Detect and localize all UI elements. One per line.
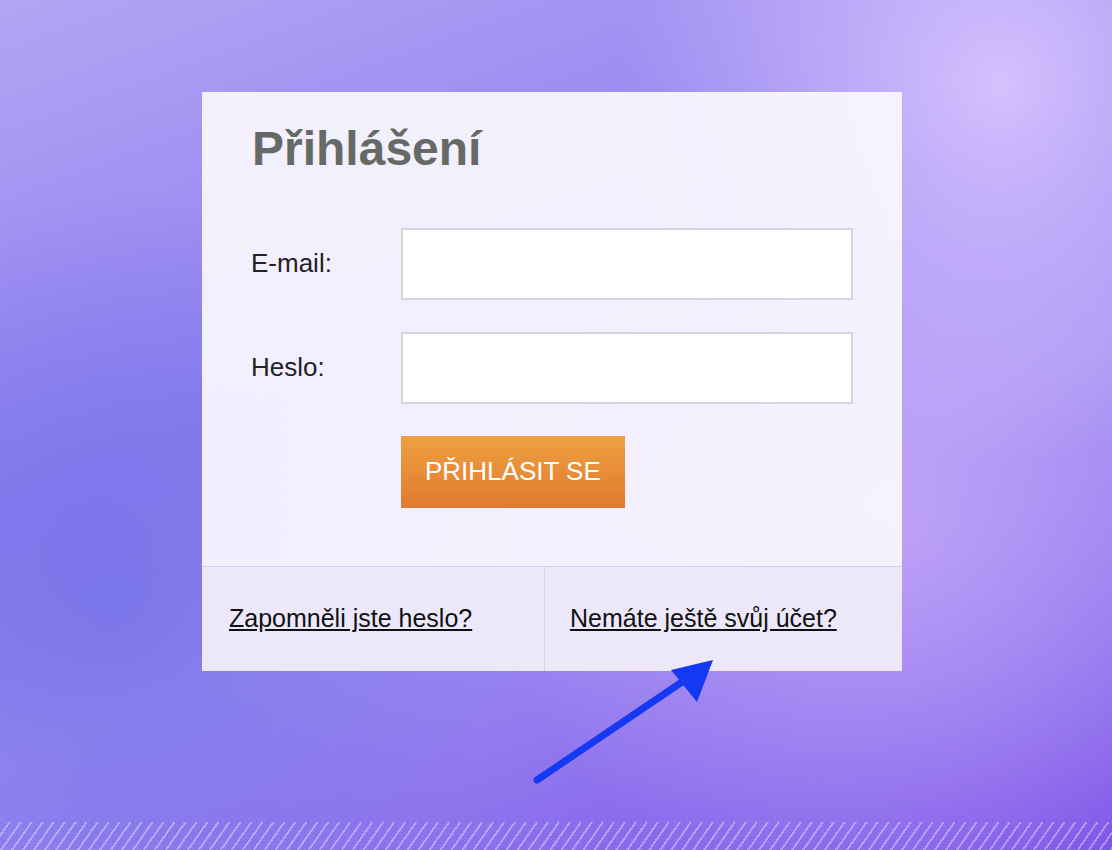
login-card: Přihlášení E-mail: Heslo: PŘIHLÁSIT SE Zapom… bbox=[202, 92, 902, 671]
login-page: Přihlášení E-mail: Heslo: PŘIHLÁSIT SE Zapom… bbox=[0, 0, 1112, 850]
login-form: Přihlášení E-mail: Heslo: PŘIHLÁSIT SE bbox=[202, 92, 902, 566]
footer-cell: Zapomněli jste heslo? bbox=[202, 567, 544, 671]
bottom-stripes bbox=[0, 822, 1112, 850]
arrow-icon bbox=[525, 652, 725, 792]
footer-cell: Nemáte ještě svůj účet? bbox=[544, 567, 902, 671]
login-button[interactable]: PŘIHLÁSIT SE bbox=[401, 436, 625, 508]
footer-link[interactable]: Nemáte ještě svůj účet? bbox=[570, 604, 837, 633]
text-field[interactable] bbox=[401, 332, 853, 404]
form-row: Heslo: bbox=[251, 332, 854, 404]
login-title: Přihlášení bbox=[252, 120, 854, 178]
card-footer: Zapomněli jste heslo? Nemáte ještě svůj ú… bbox=[202, 566, 902, 671]
text-field[interactable] bbox=[401, 228, 853, 300]
field-label: E-mail: bbox=[251, 248, 401, 279]
form-row: E-mail: bbox=[251, 228, 854, 300]
footer-link[interactable]: Zapomněli jste heslo? bbox=[229, 604, 472, 633]
field-label: Heslo: bbox=[251, 352, 401, 383]
